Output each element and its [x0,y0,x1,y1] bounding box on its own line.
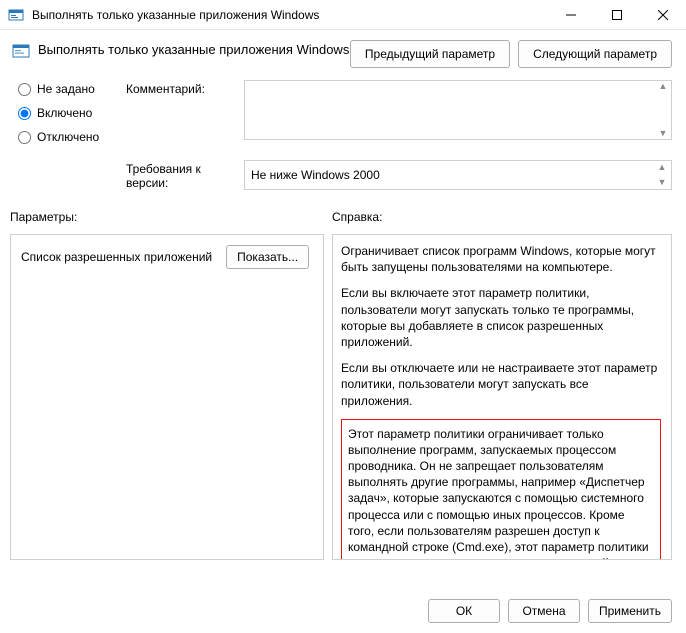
window-controls [548,0,686,29]
requirements-field: Не ниже Windows 2000 ▲ ▼ [244,160,672,190]
radio-enabled-input[interactable] [18,107,31,120]
window-title: Выполнять только указанные приложения Wi… [32,8,319,22]
radio-enabled-label: Включено [37,106,92,120]
section-labels: Параметры: Справка: [0,196,686,230]
help-panel: Ограничивает список программ Windows, ко… [332,234,672,560]
scroll-up-icon[interactable]: ▲ [659,82,668,91]
maximize-button[interactable] [594,0,640,29]
radio-not-configured-input[interactable] [18,83,31,96]
radio-not-configured[interactable]: Не задано [18,82,126,96]
help-paragraph: Если вы включаете этот параметр политики… [341,285,661,350]
app-icon [8,7,24,23]
policy-icon [12,42,30,60]
help-paragraph: Если вы отключаете или не настраиваете э… [341,360,661,409]
comment-field[interactable] [244,80,672,140]
scroll-down-icon[interactable]: ▼ [659,129,668,138]
help-paragraph: Ограничивает список программ Windows, ко… [341,243,661,275]
allowed-apps-label: Список разрешенных приложений [21,250,212,264]
cancel-button[interactable]: Отмена [508,599,580,623]
footer: ОК Отмена Применить [0,591,686,633]
scroll-down-icon[interactable]: ▼ [658,178,667,187]
requirements-label: Требования к версии: [126,160,244,190]
header: Выполнять только указанные приложения Wi… [0,30,686,74]
help-note-box: Этот параметр политики ограничивает толь… [341,419,661,560]
help-heading: Справка: [332,210,382,224]
scroll-up-icon[interactable]: ▲ [658,163,667,172]
radio-disabled-label: Отключено [37,130,99,144]
panels: Список разрешенных приложений Показать..… [0,230,686,560]
titlebar: Выполнять только указанные приложения Wi… [0,0,686,30]
params-panel: Список разрешенных приложений Показать..… [10,234,324,560]
apply-button[interactable]: Применить [588,599,672,623]
minimize-button[interactable] [548,0,594,29]
previous-setting-button[interactable]: Предыдущий параметр [350,40,510,68]
header-title: Выполнять только указанные приложения Wi… [38,40,349,57]
content-area: Не задано Включено Отключено Комментарий… [0,74,686,190]
help-note-text: Этот параметр политики ограничивает толь… [348,426,654,560]
requirements-value: Не ниже Windows 2000 [251,168,380,182]
radio-not-configured-label: Не задано [37,82,95,96]
close-button[interactable] [640,0,686,29]
show-button[interactable]: Показать... [226,245,309,269]
ok-button[interactable]: ОК [428,599,500,623]
comment-label: Комментарий: [126,80,244,96]
radio-disabled-input[interactable] [18,131,31,144]
params-heading: Параметры: [10,210,332,224]
radio-enabled[interactable]: Включено [18,106,126,120]
radio-disabled[interactable]: Отключено [18,130,126,144]
next-setting-button[interactable]: Следующий параметр [518,40,672,68]
